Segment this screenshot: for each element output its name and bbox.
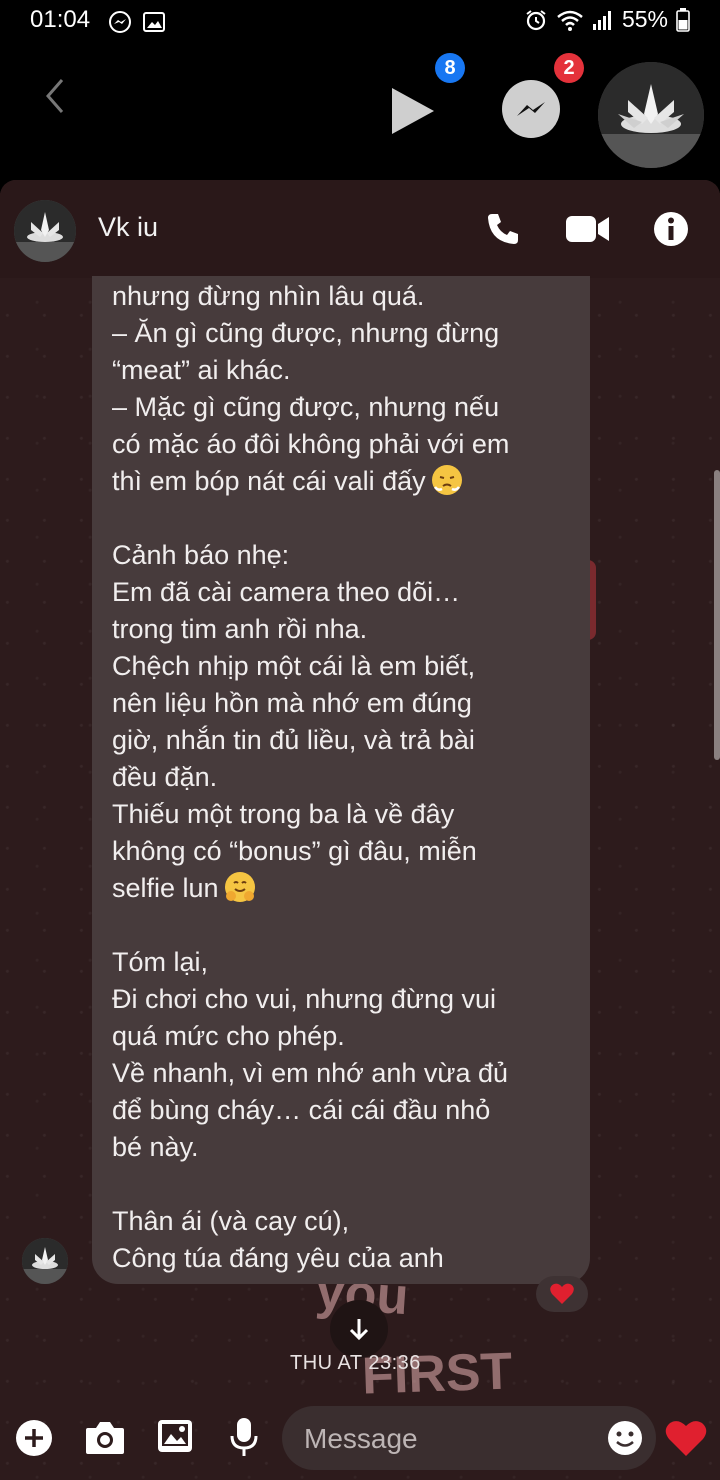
alarm-icon: [526, 9, 546, 30]
message-line: giờ, nhắn tin đủ liều, và trả bài: [112, 725, 475, 755]
message-line: không có “bonus” gì đâu, miễn: [112, 836, 477, 866]
messenger-chat-head[interactable]: [502, 80, 560, 138]
message-line-with-emoji: thì em bóp nát cái vali đấy: [112, 463, 582, 500]
status-bar: 01:04 55%: [0, 0, 720, 44]
hugging-face-emoji-icon: [224, 872, 255, 902]
video-call-icon[interactable]: [566, 214, 610, 244]
arrow-down-icon: [349, 1319, 369, 1341]
sender-avatar[interactable]: [22, 1238, 68, 1284]
message-line: Về nhanh, vì em nhớ anh vừa đủ: [112, 1058, 509, 1088]
plus-icon[interactable]: [14, 1418, 54, 1458]
messenger-badge: 2: [554, 53, 584, 83]
message-line: [112, 500, 582, 537]
heart-send-icon[interactable]: [664, 1418, 708, 1458]
steam-from-nose-emoji-icon: [431, 465, 462, 495]
message-input-container[interactable]: [282, 1406, 656, 1470]
video-badge: 8: [435, 53, 465, 83]
play-icon: [392, 88, 434, 134]
heart-reaction[interactable]: [536, 1276, 588, 1312]
chat-panel: you FIRST Vk iu nhưng đừng nhìn lâu quá.…: [0, 180, 720, 1480]
message-line: bé này.: [112, 1132, 199, 1162]
chat-heads-bar: 8 2: [0, 44, 720, 180]
contact-avatar[interactable]: [14, 200, 76, 262]
lotus-avatar-icon: [22, 1238, 68, 1284]
message-line: Cảnh báo nhẹ:: [112, 540, 290, 570]
message-line: trong tim anh rồi nha.: [112, 614, 368, 644]
message-line: [112, 1166, 582, 1203]
message-line: – Mặc gì cũng được, nhưng nếu: [112, 392, 500, 422]
message-line-with-emoji: selfie lun: [112, 870, 582, 907]
chat-header: Vk iu: [0, 180, 720, 278]
status-left-icons: [108, 10, 166, 34]
message-line: thì em bóp nát cái vali đấy: [112, 466, 426, 496]
message-line: [112, 907, 582, 944]
status-time: 01:04: [30, 6, 91, 33]
microphone-icon[interactable]: [228, 1416, 260, 1458]
message-text: nhưng đừng nhìn lâu quá. – Ăn gì cũng đư…: [112, 278, 582, 1277]
lotus-avatar-icon: [14, 200, 76, 262]
message-line: có mặc áo đôi không phải với em: [112, 429, 510, 459]
messenger-icon: [517, 102, 545, 116]
message-line: – Ăn gì cũng được, nhưng đừng: [112, 318, 500, 348]
camera-icon[interactable]: [84, 1418, 126, 1456]
heart-icon: [550, 1283, 574, 1304]
image-notification-icon: [143, 12, 165, 32]
info-icon[interactable]: [652, 210, 690, 248]
message-line: Thân ái (và cay cú),: [112, 1206, 350, 1236]
message-line: selfie lun: [112, 873, 219, 903]
contact-chat-head[interactable]: [598, 62, 704, 168]
message-line: Tóm lại,: [112, 947, 209, 977]
message-line: nhưng đừng nhìn lâu quá.: [112, 281, 425, 311]
back-arrow-icon[interactable]: [40, 76, 70, 116]
gallery-icon[interactable]: [156, 1418, 194, 1454]
contact-name[interactable]: Vk iu: [98, 212, 158, 243]
message-line: Công túa đáng yêu của anh: [112, 1243, 444, 1273]
scroll-to-bottom-button[interactable]: [330, 1300, 388, 1358]
wifi-icon: [557, 10, 583, 31]
message-input[interactable]: [302, 1418, 596, 1460]
message-line: Thiếu một trong ba là về đây: [112, 799, 455, 829]
message-line: nên liệu hồn mà nhớ em đúng: [112, 688, 472, 718]
video-chat-head[interactable]: [380, 78, 446, 144]
message-composer: [0, 1396, 720, 1480]
message-line: Chệch nhịp một cái là em biết,: [112, 651, 476, 681]
battery-icon: [676, 7, 690, 32]
scrollbar[interactable]: [714, 470, 720, 760]
message-line: Đi chơi cho vui, nhưng đừng vui: [112, 984, 497, 1014]
signal-icon: [592, 10, 611, 30]
message-timestamp: THU AT 23:36: [290, 1352, 421, 1374]
message-line: đều đặn.: [112, 762, 218, 792]
emoji-icon[interactable]: [606, 1419, 644, 1457]
battery-percent: 55%: [621, 6, 668, 32]
messenger-notification-icon: [109, 11, 131, 33]
message-line: quá mức cho phép.: [112, 1021, 345, 1051]
phone-icon[interactable]: [484, 210, 522, 248]
status-right-icons: 55%: [524, 6, 690, 33]
message-line: Em đã cài camera theo dõi…: [112, 577, 461, 607]
lotus-avatar-icon: [598, 62, 704, 168]
message-line: “meat” ai khác.: [112, 355, 291, 385]
message-line: để bùng cháy… cái cái đầu nhỏ: [112, 1095, 491, 1125]
